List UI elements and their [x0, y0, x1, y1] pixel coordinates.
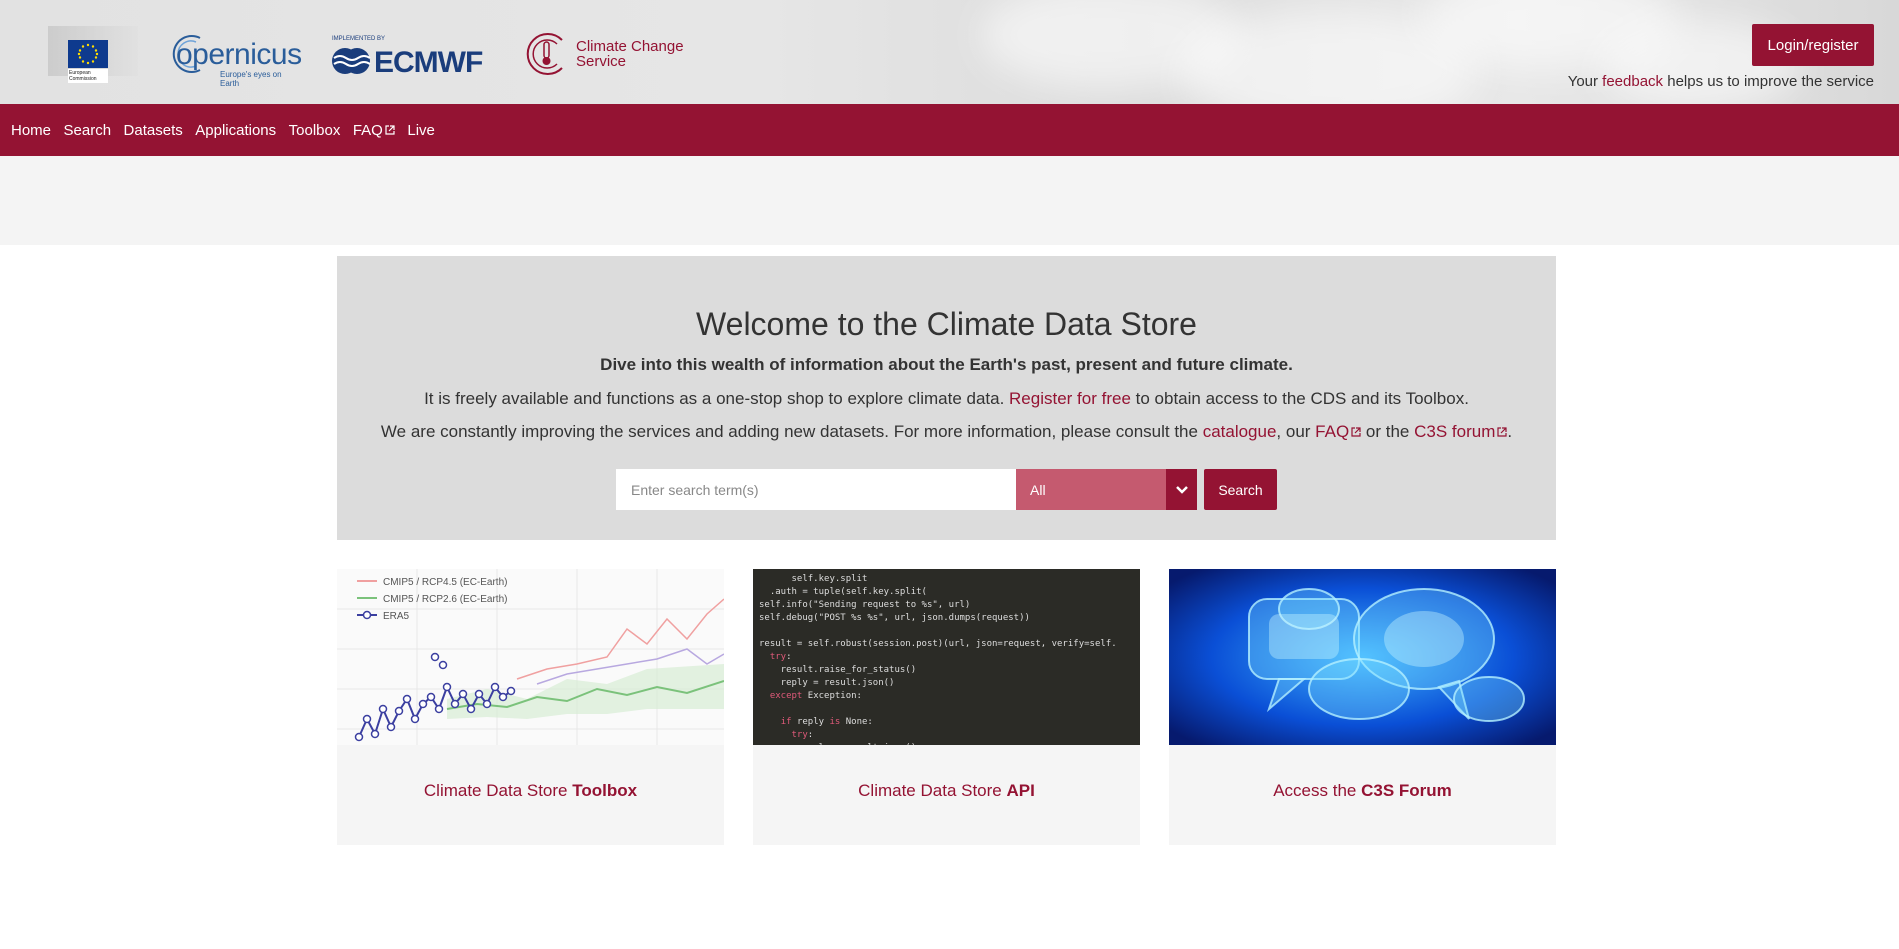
nav-item-search[interactable]: Search	[64, 122, 112, 139]
toolbox-card-title[interactable]: Climate Data Store Toolbox	[337, 745, 724, 845]
search-bar: All Search	[616, 469, 1277, 510]
nav-item-toolbox[interactable]: Toolbox	[289, 122, 341, 139]
search-input[interactable]	[616, 469, 1016, 510]
ecmwf-implemented-by: IMPLEMENTED BY	[332, 36, 386, 42]
nav-item-live[interactable]: Live	[407, 122, 435, 139]
ecmwf-wordmark: ECMWF	[374, 46, 483, 79]
european-commission-logo[interactable]: European Commission	[48, 22, 138, 86]
c3s-forum-link[interactable]: C3S forum	[1414, 422, 1507, 441]
forum-card[interactable]: Access the C3S Forum	[1169, 569, 1556, 845]
c3s-wordmark: Climate Change Service	[576, 38, 684, 70]
nav-item-faq[interactable]: FAQ	[353, 122, 395, 139]
ec-logo-text: European Commission	[68, 69, 108, 83]
search-category-value: All	[1030, 481, 1046, 498]
forum-card-title[interactable]: Access the C3S Forum	[1169, 745, 1556, 845]
copernicus-wordmark: opernicus	[176, 38, 302, 71]
feedback-link[interactable]: feedback	[1602, 73, 1663, 90]
api-card[interactable]: self.key.split .auth = tuple(self.key.sp…	[753, 569, 1140, 845]
login-register-button[interactable]: Login/register	[1752, 24, 1874, 66]
nav-item-applications[interactable]: Applications	[195, 122, 276, 139]
nav-item-home[interactable]: Home	[11, 122, 51, 139]
api-card-title[interactable]: Climate Data Store API	[753, 745, 1140, 845]
search-button[interactable]: Search	[1204, 469, 1277, 510]
welcome-lead: Dive into this wealth of information abo…	[600, 355, 1293, 374]
chart-legend: CMIP5 / RCP4.5 (EC-Earth) CMIP5 / RCP2.6…	[383, 577, 508, 622]
welcome-panel: Welcome to the Climate Data Store Dive i…	[337, 256, 1556, 540]
welcome-paragraph-1: It is freely available and functions as …	[424, 389, 1469, 408]
ecmwf-wave-icon	[332, 48, 371, 74]
catalogue-link[interactable]: catalogue	[1203, 422, 1277, 441]
welcome-paragraph-2: We are constantly improving the services…	[380, 422, 1513, 441]
main-nav: Home Search Datasets Applications Toolbo…	[0, 104, 1899, 156]
register-free-link[interactable]: Register for free	[1009, 389, 1131, 408]
eu-flag-icon	[68, 40, 108, 68]
copernicus-logo[interactable]: opernicus Europe's eyes on Earth	[168, 26, 302, 88]
nav-item-faq-label: FAQ	[352, 121, 383, 139]
thermometer-icon	[526, 33, 563, 75]
external-link-icon	[1351, 427, 1361, 437]
copernicus-tagline: Europe's eyes on Earth	[220, 70, 282, 88]
nav-item-datasets[interactable]: Datasets	[124, 122, 183, 139]
search-category-select[interactable]: All	[1016, 469, 1197, 510]
c3s-logo[interactable]: Climate Change Service	[524, 26, 694, 82]
api-code-image: self.key.split .auth = tuple(self.key.sp…	[753, 569, 1140, 745]
toolbox-chart-image: CMIP5 / RCP4.5 (EC-Earth) CMIP5 / RCP2.6…	[337, 569, 724, 745]
ecmwf-logo[interactable]: IMPLEMENTED BY ECMWF	[330, 26, 502, 82]
site-header: European Commission opernicus Europe's e…	[0, 0, 1899, 104]
banner-band	[0, 156, 1899, 245]
external-link-icon	[385, 125, 395, 135]
external-link-icon	[1497, 427, 1507, 437]
toolbox-card[interactable]: CMIP5 / RCP4.5 (EC-Earth) CMIP5 / RCP2.6…	[337, 569, 724, 845]
forum-bubbles-image	[1169, 569, 1556, 745]
page-title: Welcome to the Climate Data Store	[696, 306, 1197, 342]
feedback-line: Your feedback helps us to improve the se…	[1567, 73, 1874, 90]
chevron-down-icon[interactable]	[1166, 469, 1197, 510]
partner-logos: European Commission opernicus Europe's e…	[48, 22, 694, 88]
faq-link[interactable]: FAQ	[1315, 422, 1361, 441]
